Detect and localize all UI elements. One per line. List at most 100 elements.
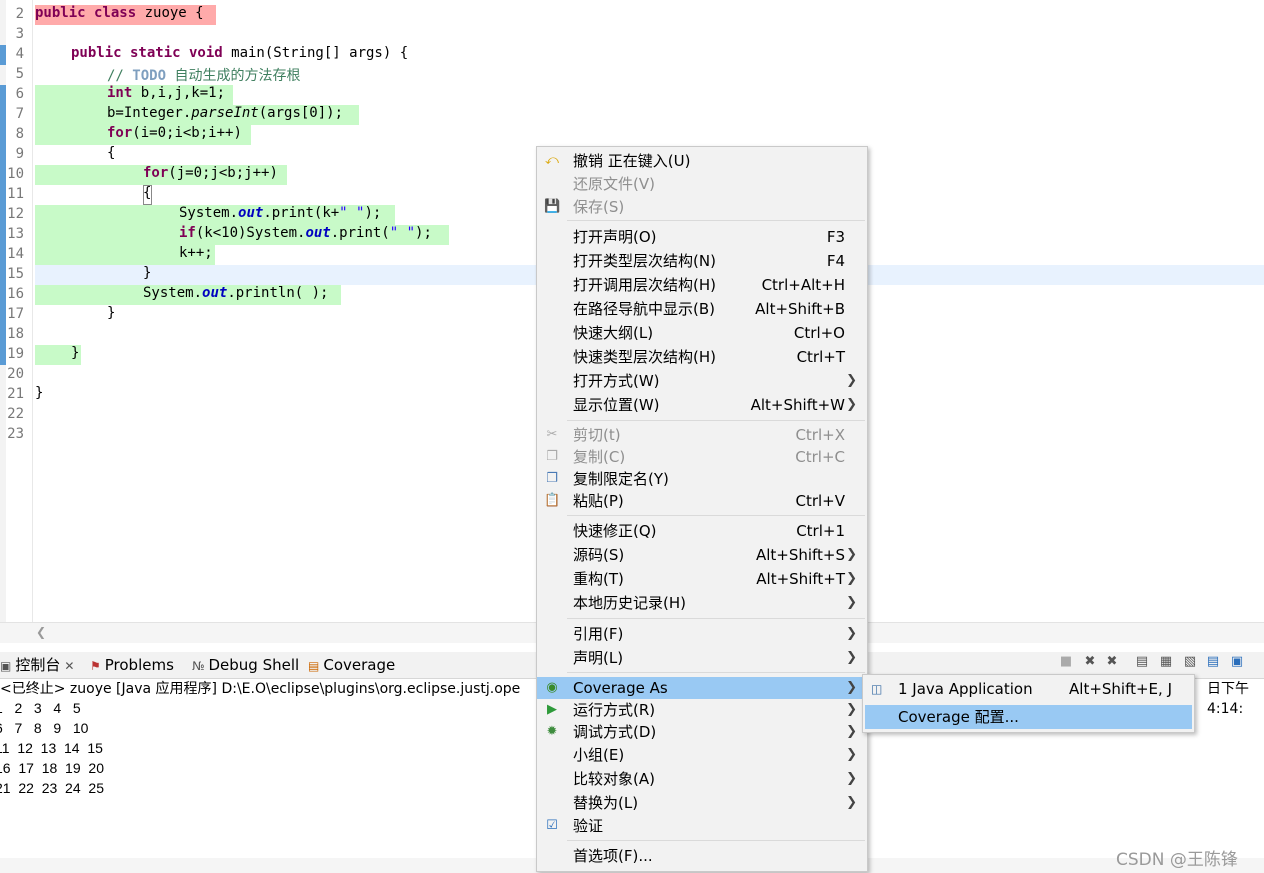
tab-problems[interactable]: ⚑ Problems bbox=[90, 655, 174, 675]
code-line: } bbox=[71, 345, 80, 361]
tab-coverage[interactable]: ▤ Coverage bbox=[308, 655, 395, 675]
menu-shortcut: Alt+Shift+T bbox=[756, 570, 845, 588]
menu-label: 重构(T) bbox=[573, 570, 624, 588]
debug-shell-icon: № bbox=[192, 659, 205, 673]
field-name: out bbox=[305, 225, 331, 241]
console-output-line: 6 7 8 9 10 bbox=[0, 720, 89, 736]
menu-item-quick-fix[interactable]: 快速修正(Q) Ctrl+1 bbox=[537, 520, 867, 542]
line-number: 18 bbox=[7, 326, 24, 342]
menu-item-references[interactable]: 引用(F) ❯ bbox=[537, 623, 867, 645]
code-text: .println( ); bbox=[227, 285, 329, 301]
menu-item-show-in-breadcrumb[interactable]: 在路径导航中显示(B) Alt+Shift+B bbox=[537, 298, 867, 320]
line-number: 5 bbox=[15, 66, 24, 82]
code-line: k++; bbox=[179, 245, 213, 261]
word-wrap-icon[interactable]: ▧ bbox=[1182, 654, 1198, 670]
pin-console-icon[interactable]: ▤ bbox=[1205, 654, 1221, 670]
menu-shortcut: Ctrl+Alt+H bbox=[761, 276, 845, 294]
comment: 自动生成的方法存根 bbox=[166, 68, 301, 84]
menu-separator bbox=[567, 515, 865, 516]
menu-item-save[interactable]: 💾 保存(S) bbox=[537, 196, 867, 218]
menu-item-quick-type-hierarchy[interactable]: 快速类型层次结构(H) Ctrl+T bbox=[537, 346, 867, 368]
tab-debug-shell[interactable]: № Debug Shell bbox=[192, 655, 299, 675]
menu-label: Coverage 配置... bbox=[898, 708, 1019, 726]
menu-item-copy[interactable]: ❐ 复制(C) Ctrl+C bbox=[537, 446, 867, 468]
menu-item-paste[interactable]: 📋 粘贴(P) Ctrl+V bbox=[537, 490, 867, 512]
display-console-icon[interactable]: ▣ bbox=[1229, 654, 1245, 670]
chevron-right-icon: ❯ bbox=[846, 771, 857, 786]
remove-launch-icon[interactable]: ✖ bbox=[1082, 654, 1098, 670]
line-number: 14 bbox=[7, 246, 24, 262]
menu-label: 快速修正(Q) bbox=[573, 522, 657, 540]
menu-label: 还原文件(V) bbox=[573, 175, 655, 193]
menu-item-undo[interactable]: ⤺ 撤销 正在键入(U) bbox=[537, 150, 867, 172]
menu-label: 打开调用层次结构(H) bbox=[573, 276, 716, 294]
line-number: 4 bbox=[15, 46, 24, 62]
menu-item-run-as[interactable]: ▶ 运行方式(R) ❯ bbox=[537, 699, 867, 721]
menu-item-compare-with[interactable]: 比较对象(A) ❯ bbox=[537, 768, 867, 790]
menu-label: 在路径导航中显示(B) bbox=[573, 300, 715, 318]
line-number: 9 bbox=[15, 146, 24, 162]
line-number: 23 bbox=[7, 426, 24, 442]
menu-item-refactor[interactable]: 重构(T) Alt+Shift+T ❯ bbox=[537, 568, 867, 590]
tab-label: 控制台 bbox=[15, 656, 61, 674]
line-number: 13 bbox=[7, 226, 24, 242]
menu-item-copy-qualified-name[interactable]: ❐ 复制限定名(Y) bbox=[537, 468, 867, 490]
todo-tag: TODO bbox=[132, 68, 167, 84]
menu-item-open-with[interactable]: 打开方式(W) ❯ bbox=[537, 370, 867, 392]
menu-separator bbox=[567, 220, 865, 221]
menu-item-debug-as[interactable]: ✹ 调试方式(D) ❯ bbox=[537, 721, 867, 743]
menu-item-quick-outline[interactable]: 快速大纲(L) Ctrl+O bbox=[537, 322, 867, 344]
remove-all-icon[interactable]: ✖ bbox=[1104, 654, 1120, 670]
code-line: } bbox=[35, 385, 44, 401]
editor-ruler bbox=[32, 0, 33, 622]
line-number: 12 bbox=[7, 206, 24, 222]
menu-shortcut: Ctrl+T bbox=[796, 348, 845, 366]
line-number: 7 bbox=[15, 106, 24, 122]
submenu-item-java-application[interactable]: ◫ 1 Java Application Alt+Shift+E, J bbox=[863, 677, 1194, 701]
comment: // bbox=[107, 68, 133, 84]
menu-item-replace-with[interactable]: 替换为(L) ❯ bbox=[537, 792, 867, 814]
line-number: 8 bbox=[15, 126, 24, 142]
tab-label: Debug Shell bbox=[208, 656, 300, 674]
menu-item-team[interactable]: 小组(E) ❯ bbox=[537, 744, 867, 766]
close-icon[interactable]: ✕ bbox=[64, 659, 74, 673]
code-text: ); bbox=[364, 205, 382, 221]
terminate-icon[interactable]: ■ bbox=[1058, 654, 1074, 670]
menu-item-open-type-hierarchy[interactable]: 打开类型层次结构(N) F4 bbox=[537, 250, 867, 272]
menu-item-declarations[interactable]: 声明(L) ❯ bbox=[537, 647, 867, 669]
chevron-right-icon: ❯ bbox=[846, 373, 857, 388]
submenu-item-coverage-configurations[interactable]: Coverage 配置... bbox=[865, 705, 1192, 729]
coverage-run-icon: ◉ bbox=[546, 680, 558, 695]
menu-label: 小组(E) bbox=[573, 746, 625, 764]
scroll-left-icon[interactable]: ❮ bbox=[36, 625, 46, 639]
menu-label: 验证 bbox=[573, 817, 604, 835]
code-line: for(i=0;i<b;i++) bbox=[107, 125, 242, 145]
chevron-right-icon: ❯ bbox=[846, 680, 857, 695]
menu-item-show-in[interactable]: 显示位置(W) Alt+Shift+W ❯ bbox=[537, 394, 867, 416]
tab-console[interactable]: ▣ 控制台 ✕ bbox=[0, 655, 74, 675]
menu-item-local-history[interactable]: 本地历史记录(H) ❯ bbox=[537, 592, 867, 614]
menu-label: 粘贴(P) bbox=[573, 492, 624, 510]
run-icon: ▶ bbox=[547, 702, 557, 717]
clear-console-icon[interactable]: ▤ bbox=[1134, 654, 1150, 670]
menu-item-preferences[interactable]: 首选项(F)... bbox=[537, 845, 867, 867]
scissors-icon: ✂ bbox=[546, 427, 558, 442]
menu-item-open-call-hierarchy[interactable]: 打开调用层次结构(H) Ctrl+Alt+H bbox=[537, 274, 867, 296]
menu-item-open-declaration[interactable]: 打开声明(O) F3 bbox=[537, 226, 867, 248]
menu-item-validate[interactable]: ☑ 验证 bbox=[537, 815, 867, 837]
menu-item-source[interactable]: 源码(S) Alt+Shift+S ❯ bbox=[537, 544, 867, 566]
menu-label: 比较对象(A) bbox=[573, 770, 655, 788]
save-icon: 💾 bbox=[544, 199, 561, 214]
line-number: 6 bbox=[15, 86, 24, 102]
menu-item-coverage-as[interactable]: ◉ Coverage As ❯ bbox=[537, 677, 867, 699]
code-text: (j=0;j<b;j++) bbox=[168, 165, 278, 181]
bug-icon: ✹ bbox=[546, 724, 558, 739]
menu-item-cut[interactable]: ✂ 剪切(t) Ctrl+X bbox=[537, 424, 867, 446]
menu-shortcut: F4 bbox=[826, 252, 845, 270]
field-name: out bbox=[202, 285, 228, 301]
menu-item-revert-file[interactable]: 还原文件(V) bbox=[537, 173, 867, 195]
scroll-lock-icon[interactable]: ▦ bbox=[1158, 654, 1174, 670]
java-application-icon: ◫ bbox=[871, 682, 883, 696]
line-number: 11 bbox=[7, 186, 24, 202]
menu-label: 快速大纲(L) bbox=[573, 324, 654, 342]
